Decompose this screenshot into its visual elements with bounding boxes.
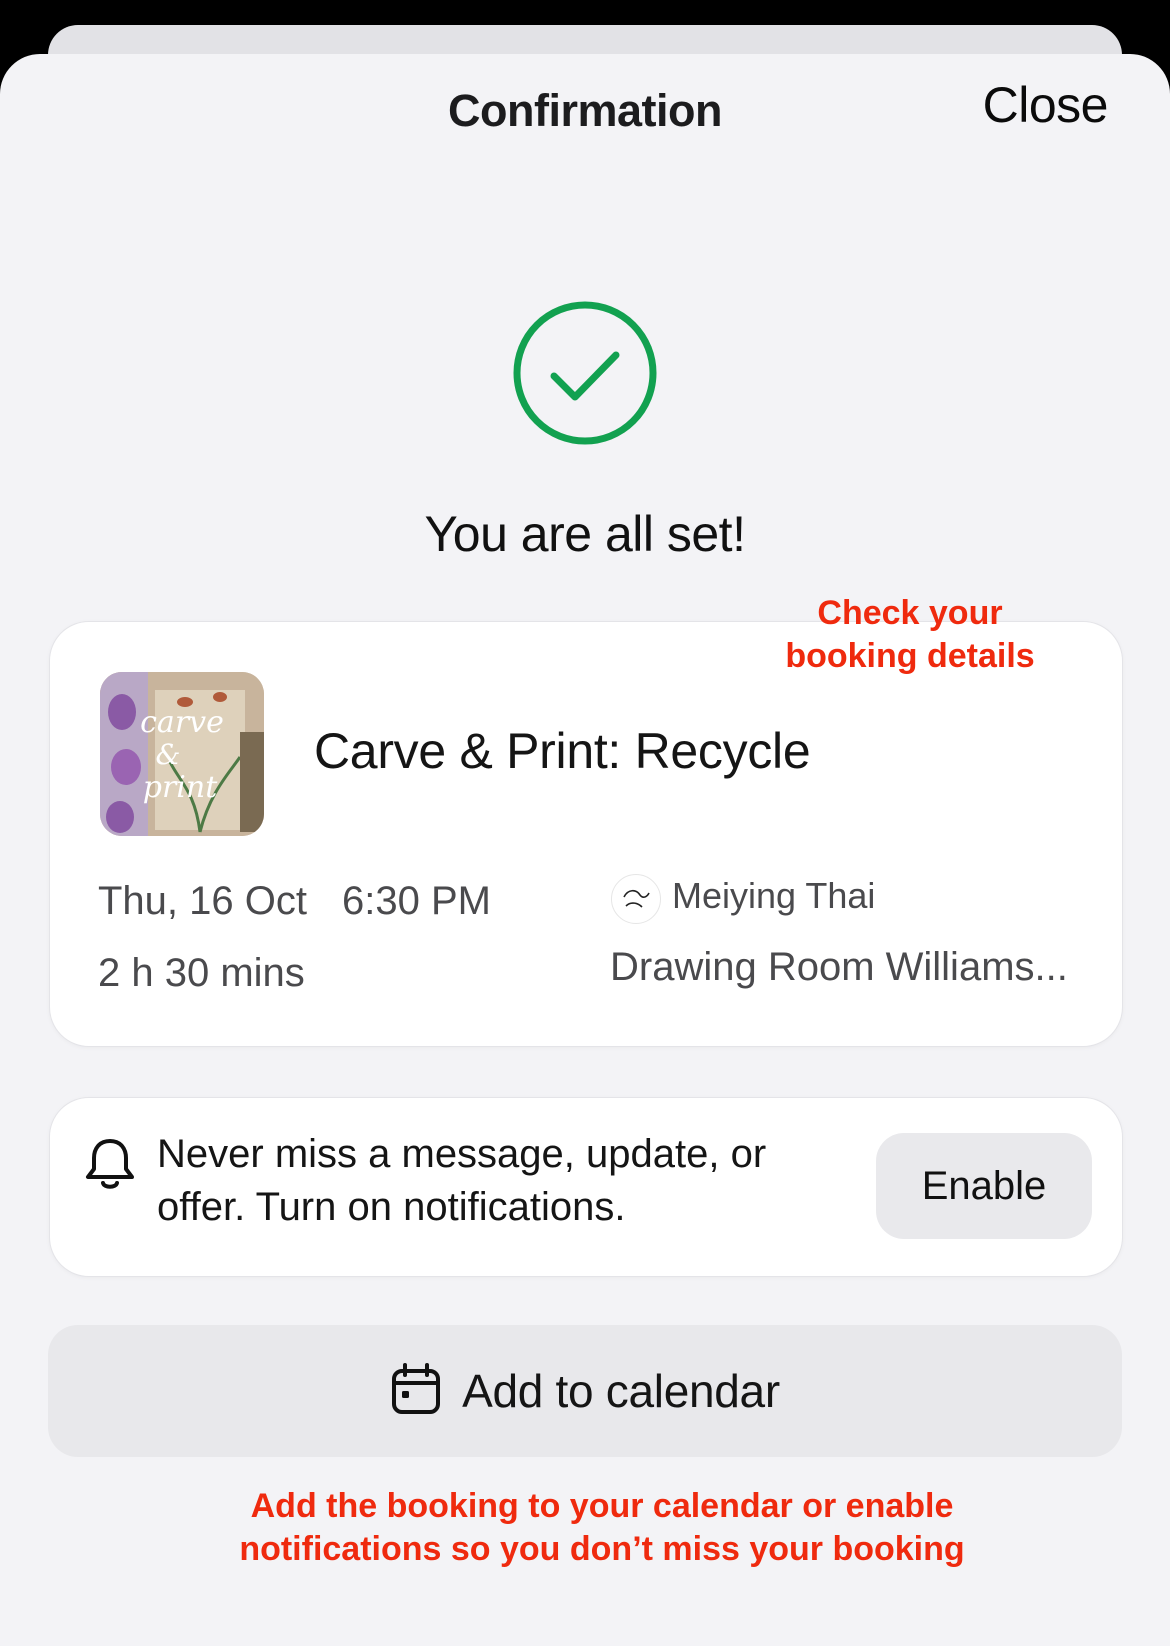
add-to-calendar-label: Add to calendar xyxy=(462,1365,780,1417)
booking-details-callout: Check your booking details xyxy=(785,594,1035,675)
booking-card[interactable]: carve & print Carve & Print: Recycle Thu… xyxy=(49,621,1123,1047)
event-title: Carve & Print: Recycle xyxy=(314,723,811,779)
notifications-card: Never miss a message, update, or offer. … xyxy=(49,1097,1123,1277)
svg-text:carve: carve xyxy=(140,705,224,740)
event-time: 6:30 PM xyxy=(342,879,491,923)
add-to-calendar-button[interactable]: Add to calendar xyxy=(48,1325,1122,1457)
host-logo xyxy=(611,874,661,924)
host-name: Meiying Thai xyxy=(672,875,876,916)
event-duration: 2 h 30 mins xyxy=(98,951,305,995)
venue-name: Drawing Room Williams... xyxy=(610,945,1068,989)
enable-notifications-button[interactable]: Enable xyxy=(876,1133,1092,1239)
event-thumbnail: carve & print xyxy=(100,672,264,836)
success-check-icon xyxy=(512,300,658,446)
event-date: Thu, 16 Oct xyxy=(98,879,307,923)
close-button[interactable]: Close xyxy=(983,76,1109,134)
bell-icon xyxy=(84,1136,136,1192)
calendar-notifications-callout: Add the booking to your calendar or enab… xyxy=(239,1487,965,1568)
notifications-message: Never miss a message, update, or offer. … xyxy=(157,1132,767,1229)
svg-text:print: print xyxy=(143,770,218,805)
success-headline: You are all set! xyxy=(424,506,746,562)
calendar-icon xyxy=(390,1362,442,1421)
svg-text:&: & xyxy=(156,738,181,771)
